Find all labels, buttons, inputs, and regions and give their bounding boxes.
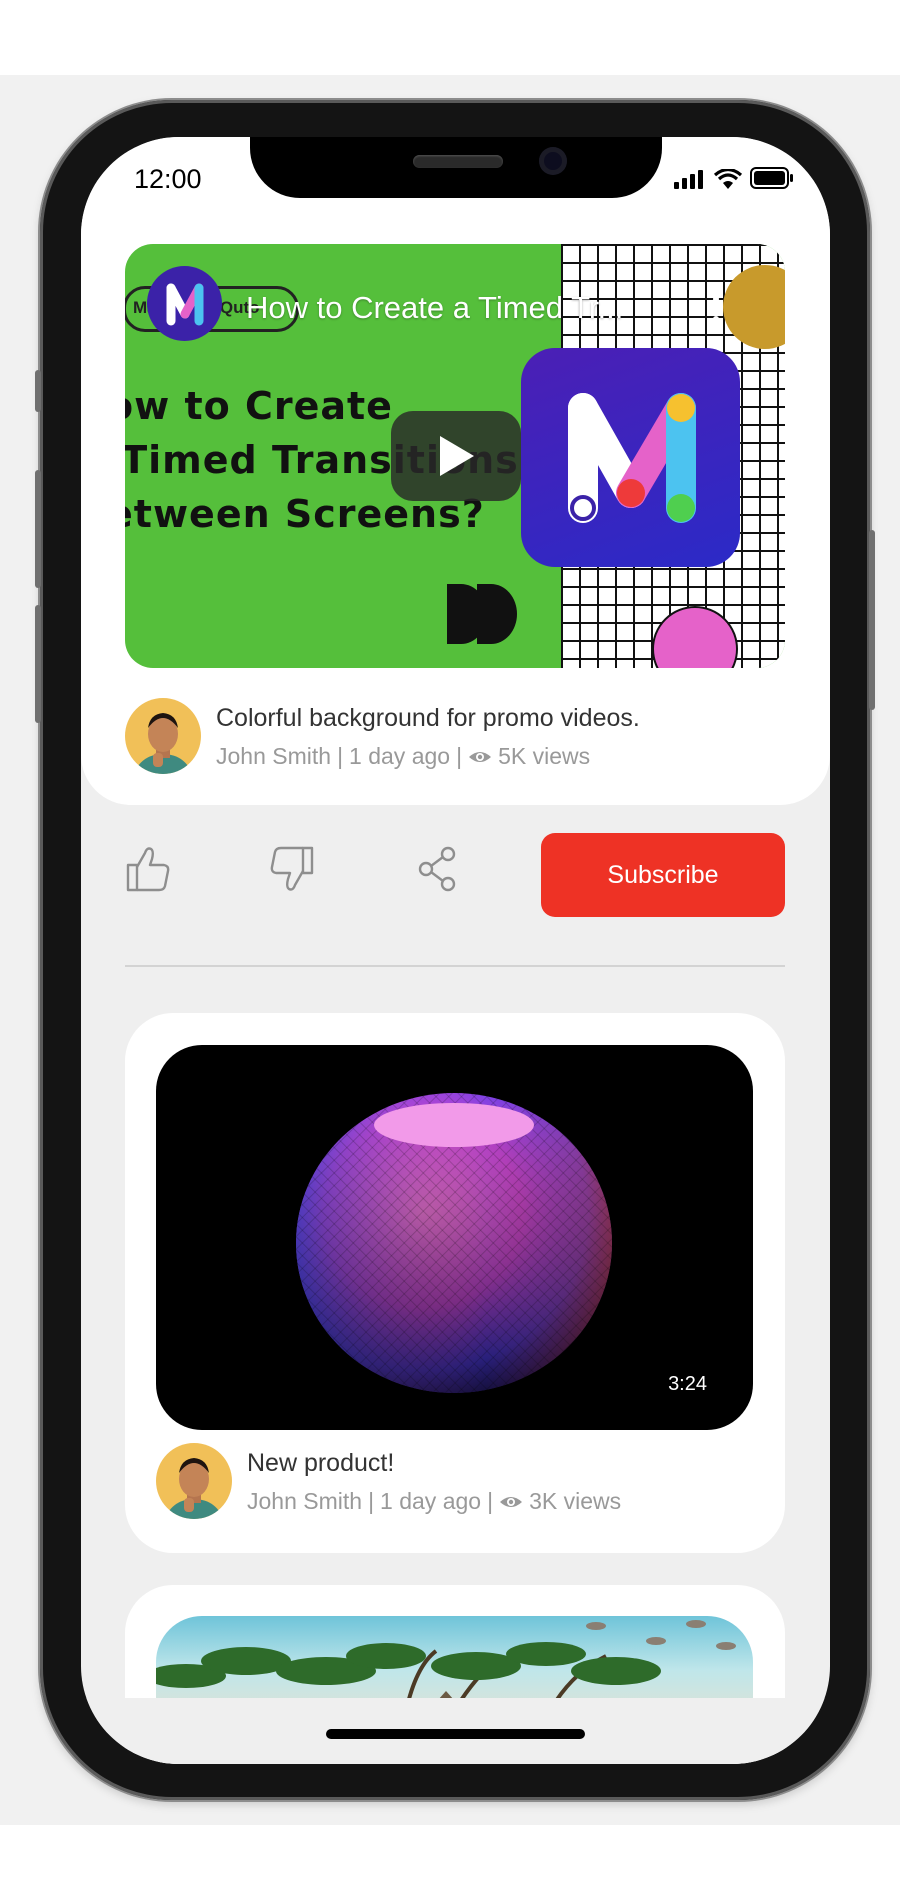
app-logo-mark	[568, 393, 696, 523]
notch	[250, 137, 662, 198]
person-icon	[166, 1458, 222, 1519]
volume-down-button	[35, 605, 41, 723]
thumbs-down-icon	[270, 846, 314, 891]
featured-video-text: Colorful background for promo videos. Jo…	[216, 704, 640, 774]
video-subtitle: John Smith | 1 day ago | 3K views	[247, 1488, 621, 1515]
posted-time: 1 day ago	[380, 1488, 482, 1514]
video-duration: 3:24	[668, 1373, 707, 1395]
video-thumbnail[interactable]: 3:24	[156, 1045, 753, 1430]
featured-video-player[interactable]: ow to Create Timed Transitions etween Sc…	[125, 244, 785, 668]
posted-time: 1 day ago	[349, 743, 451, 769]
subscribe-button[interactable]: Subscribe	[541, 833, 785, 917]
video-subtitle: John Smith | 1 day ago | 5K views	[216, 743, 640, 770]
author-avatar[interactable]	[156, 1443, 232, 1519]
video-title[interactable]: New product!	[247, 1449, 621, 1478]
play-icon	[440, 436, 474, 476]
battery-icon	[750, 167, 793, 189]
thumbnail-line-1: ow to Create	[125, 384, 393, 428]
eye-icon	[500, 1496, 523, 1507]
channel-logo-icon	[166, 283, 204, 326]
dislike-button[interactable]	[269, 845, 315, 898]
separator: |	[337, 743, 344, 769]
wifi-icon	[714, 169, 742, 189]
person-icon	[135, 713, 191, 774]
share-button[interactable]	[415, 845, 461, 898]
power-button	[869, 530, 875, 710]
video-actions-bar: Subscribe	[125, 833, 785, 919]
silent-switch	[35, 370, 41, 412]
author-name[interactable]: John Smith	[216, 743, 331, 770]
video-title[interactable]: Colorful background for promo videos.	[216, 704, 640, 733]
author-name[interactable]: John Smith	[247, 1488, 362, 1515]
section-divider	[125, 965, 785, 967]
status-time: 12:00	[134, 164, 202, 194]
featured-video-meta: Colorful background for promo videos. Jo…	[125, 698, 640, 774]
status-icons	[674, 167, 794, 189]
front-camera	[539, 147, 567, 175]
video-card[interactable]: 3:24 New product! John Smith | 1 day ago |	[125, 1013, 785, 1553]
view-count: 3K views	[529, 1488, 622, 1514]
separator: |	[368, 1488, 375, 1514]
share-icon	[418, 846, 456, 892]
app-logo	[521, 348, 740, 567]
thumbs-up-icon	[126, 847, 170, 892]
cellular-signal-icon	[674, 170, 703, 189]
video-text: New product! John Smith | 1 day ago | 3K v…	[247, 1449, 621, 1519]
author-avatar[interactable]	[125, 698, 201, 774]
channel-avatar[interactable]	[147, 266, 222, 341]
video-meta: New product! John Smith | 1 day ago | 3K v…	[156, 1443, 621, 1519]
separator: |	[487, 1488, 494, 1514]
like-button[interactable]	[125, 845, 171, 898]
home-indicator[interactable]	[326, 1729, 585, 1739]
speaker-image	[296, 1093, 612, 1393]
featured-video-card: ow to Create Timed Transitions etween Sc…	[81, 137, 830, 805]
volume-up-button	[35, 470, 41, 588]
separator: |	[456, 743, 463, 769]
phone-screen: ow to Create Timed Transitions etween Sc…	[81, 137, 830, 1764]
video-overlay-title[interactable]: How to Create a Timed Tr...	[246, 290, 623, 326]
more-options-icon[interactable]	[713, 292, 719, 326]
earpiece-speaker	[413, 155, 503, 168]
view-count: 5K views	[498, 743, 591, 769]
play-button[interactable]	[391, 411, 521, 501]
eye-icon	[469, 751, 492, 762]
